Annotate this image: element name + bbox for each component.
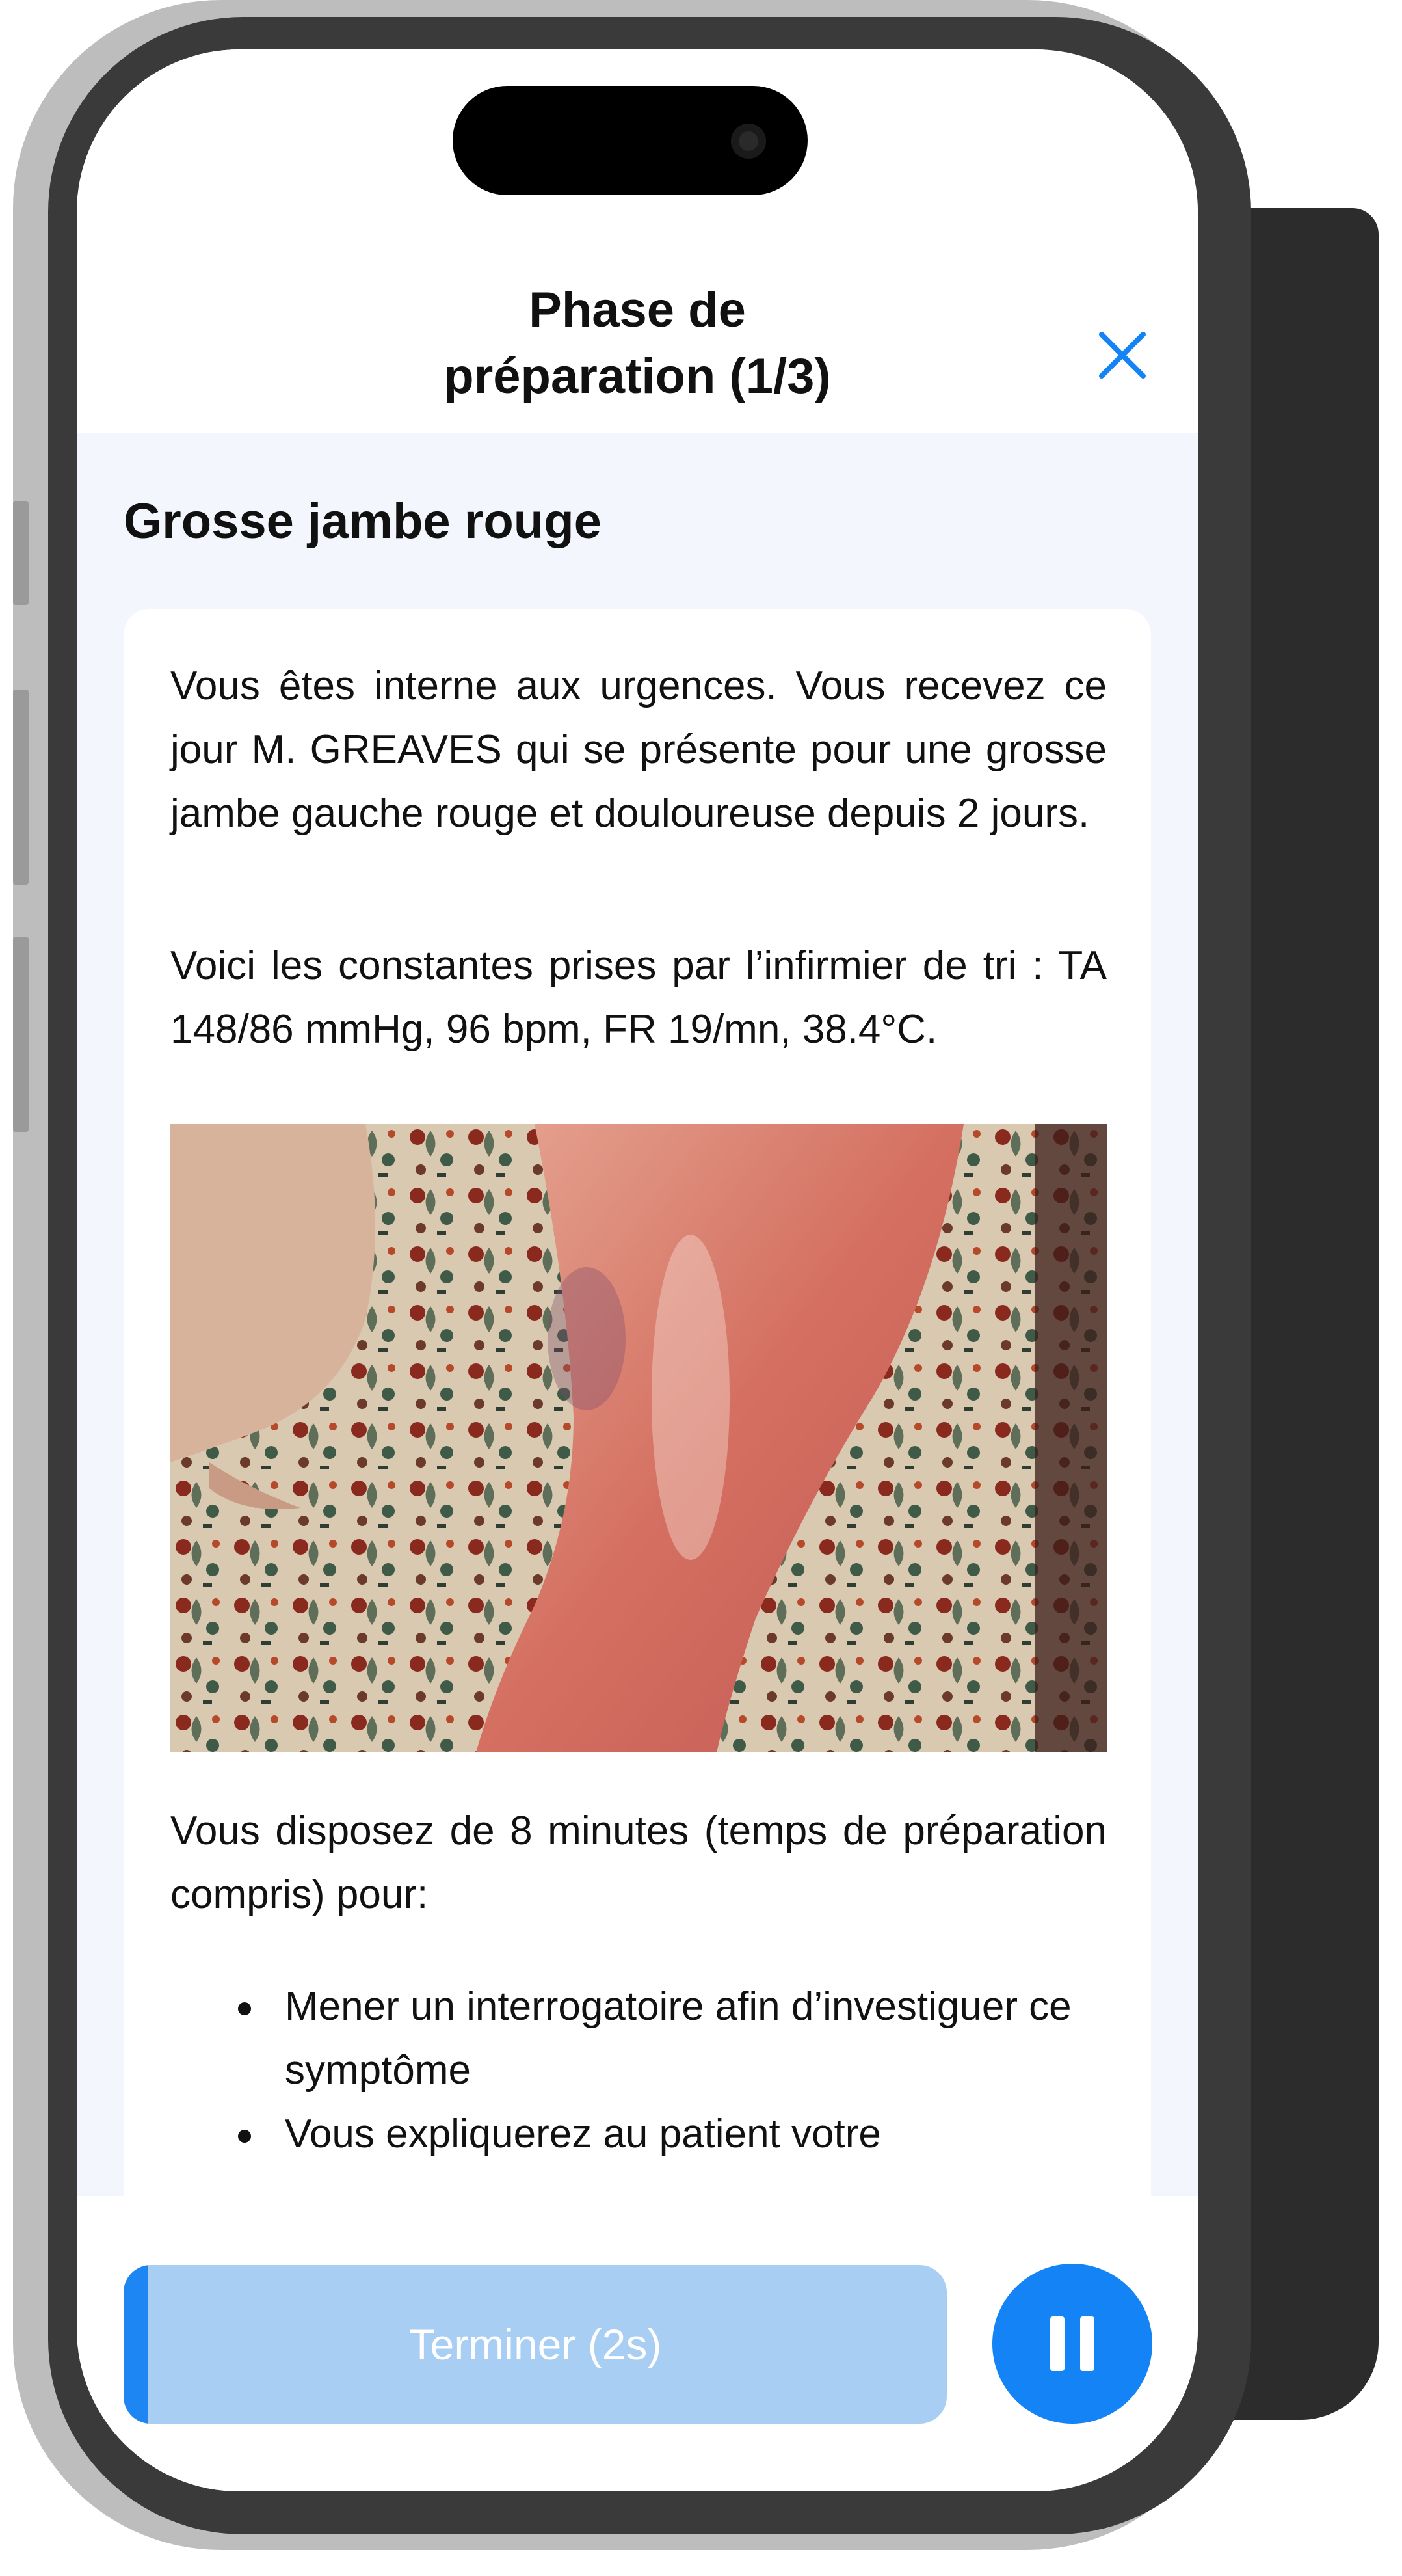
phone-frame: Phase de préparation (1/3) Grosse jambe … [13, 0, 1251, 2550]
footer: Terminer (2s) [77, 2196, 1198, 2491]
close-button[interactable] [1083, 316, 1161, 394]
leg-photo-drawing [170, 1124, 1107, 1752]
scroll-content[interactable]: Grosse jambe rouge Vous êtes interne aux… [77, 433, 1198, 2196]
leg-photo [170, 1124, 1107, 1752]
task-list: Mener un interrogatoire afin d’investigu… [170, 1975, 1107, 2166]
case-card: Vous êtes interne aux urgences. Vous rec… [124, 609, 1151, 2196]
side-button [13, 937, 29, 1132]
side-button [13, 690, 29, 885]
page-title: Phase de préparation (1/3) [77, 277, 1198, 410]
app-screen: Phase de préparation (1/3) Grosse jambe … [77, 49, 1198, 2491]
side-button [13, 501, 29, 605]
case-instructions: Vous disposez de 8 minutes (temps de pré… [170, 1808, 1107, 1917]
case-title: Grosse jambe rouge [124, 494, 602, 549]
close-icon [1099, 332, 1146, 379]
list-item: Vous expliquerez au patient votre [170, 2102, 1107, 2166]
finish-label: Terminer (2s) [408, 2320, 662, 2368]
case-intro: Vous êtes interne aux urgences. Vous rec… [170, 664, 1107, 836]
list-item: Mener un interrogatoire afin d’investigu… [170, 1975, 1107, 2102]
case-vitals: Voici les constantes prises par l’infirm… [170, 943, 1107, 1052]
page-title-text: Phase de préparation (1/3) [443, 282, 831, 404]
finish-button[interactable]: Terminer (2s) [124, 2265, 947, 2424]
camera-lens [731, 124, 766, 159]
pause-button[interactable] [992, 2264, 1152, 2424]
pause-icon [1042, 2316, 1102, 2371]
